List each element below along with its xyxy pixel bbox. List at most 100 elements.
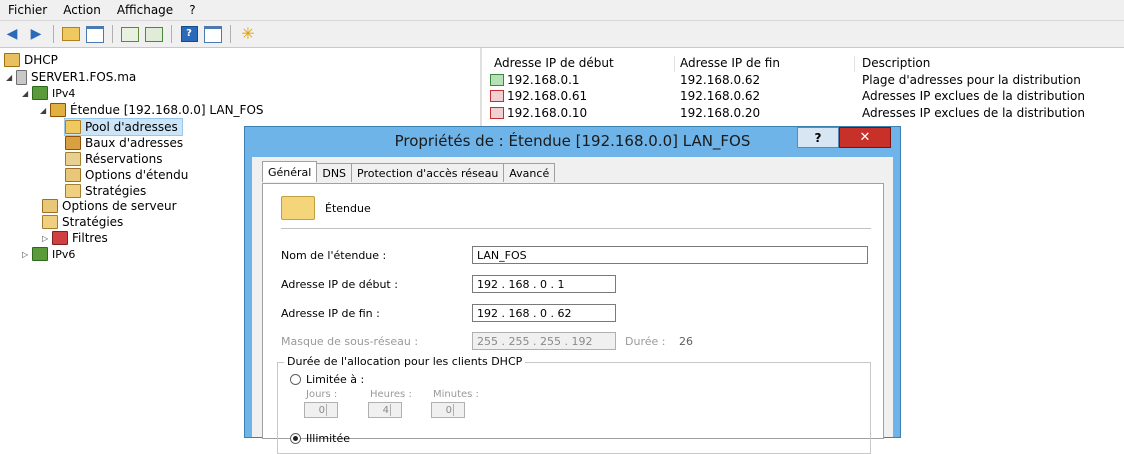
tree-label: Options d'étendu (85, 168, 189, 182)
tree-node-pool[interactable]: Pool d'adresses (64, 118, 183, 136)
divider (281, 228, 871, 229)
toolbar-separator (230, 25, 231, 43)
tree-label: Filtres (72, 231, 108, 245)
row-start-ip: 192.168.0.1 (507, 73, 580, 87)
subnet-mask-label: Masque de sous-réseau : (281, 335, 419, 348)
toolbar: ◀ ▶ ? ✳ (0, 21, 1124, 48)
dhcp-icon (4, 53, 20, 67)
dialog-body: Général DNS Protection d'accès réseau Av… (252, 157, 893, 454)
refresh-icon[interactable] (120, 24, 140, 44)
expanded-arrow-icon[interactable]: ◢ (22, 89, 32, 98)
unlimited-radio[interactable]: Illimitée (290, 432, 350, 445)
tree-node-policies[interactable]: Stratégies (42, 214, 123, 230)
tab-nap[interactable]: Protection d'accès réseau (351, 163, 505, 182)
prefix-length-value: 26 (679, 335, 693, 348)
filters-icon (52, 231, 68, 245)
hours-spinner: 4 (368, 402, 402, 418)
tree-node-server-options[interactable]: Options de serveur (42, 198, 177, 214)
scope-properties-dialog: Propriétés de : Étendue [192.168.0.0] LA… (244, 126, 901, 454)
row-description: Adresses IP exclues de la distribution (862, 89, 1085, 103)
tab-strip: Général DNS Protection d'accès réseau Av… (262, 161, 556, 183)
menu-action[interactable]: Action (55, 3, 109, 17)
expanded-arrow-icon[interactable]: ◢ (40, 106, 50, 115)
tree-node-leases[interactable]: Baux d'adresses (65, 135, 183, 151)
tree-node-reservations[interactable]: Réservations (65, 151, 162, 167)
row-start-ip: 192.168.0.61 (507, 89, 588, 103)
tree-node-scope-policies[interactable]: Stratégies (65, 183, 146, 199)
row-end-ip: 192.168.0.62 (680, 89, 761, 103)
scope-options-icon (65, 168, 81, 182)
tree-node-scope-options[interactable]: Options d'étendu (65, 167, 188, 183)
help-book-icon[interactable]: ? (179, 24, 199, 44)
ipv4-icon (32, 86, 48, 100)
row-end-ip: 192.168.0.20 (680, 106, 761, 120)
unlimited-radio-label: Illimitée (306, 432, 351, 445)
scope-name-field[interactable]: LAN_FOS (472, 246, 868, 264)
show-hide-tree-icon[interactable] (85, 24, 105, 44)
tab-dns[interactable]: DNS (316, 163, 353, 182)
tree-label: Réservations (85, 152, 163, 166)
tree-label: Stratégies (85, 184, 147, 198)
collapsed-arrow-icon[interactable]: ▷ (22, 250, 32, 259)
expanded-arrow-icon[interactable]: ◢ (6, 73, 16, 82)
reservations-icon (65, 152, 81, 166)
dialog-help-button[interactable]: ? (797, 127, 839, 148)
forward-arrow-icon[interactable]: ▶ (26, 24, 46, 44)
table-row[interactable]: 192.168.0.10 (486, 105, 587, 121)
end-ip-field[interactable]: 192 . 168 . 0 . 62 (472, 304, 616, 322)
tree-label: Stratégies (62, 215, 124, 229)
general-tab-panel: Étendue Nom de l'étendue : LAN_FOS Adres… (262, 183, 884, 454)
tree-node-scope[interactable]: ◢ Étendue [192.168.0.0] LAN_FOS (40, 102, 264, 118)
table-row[interactable]: 192.168.0.61 (486, 88, 587, 104)
limited-radio-label: Limitée à : (306, 373, 365, 386)
tree-label: SERVER1.FOS.ma (31, 70, 137, 84)
tree-label: Baux d'adresses (85, 136, 184, 150)
menu-help[interactable]: ? (181, 3, 203, 17)
menu-fichier[interactable]: Fichier (0, 3, 55, 17)
scope-name-label: Nom de l'étendue : (281, 249, 387, 262)
tree-label: Étendue [192.168.0.0] LAN_FOS (70, 103, 264, 117)
minutes-label: Minutes : (433, 389, 479, 400)
tree-node-ipv6[interactable]: ▷ IPv6 (22, 246, 75, 262)
menu-affichage[interactable]: Affichage (109, 3, 181, 17)
minutes-spinner: 0 (431, 402, 465, 418)
tree-label: IPv6 (52, 247, 76, 261)
up-folder-icon[interactable] (61, 24, 81, 44)
tab-advanced[interactable]: Avancé (503, 163, 556, 182)
folder-icon (281, 196, 315, 220)
row-end-ip: 192.168.0.62 (680, 73, 761, 87)
dialog-close-button[interactable]: ✕ (839, 127, 891, 148)
collapsed-arrow-icon[interactable]: ▷ (42, 234, 52, 243)
tree-label: IPv4 (52, 86, 76, 100)
export-list-icon[interactable] (144, 24, 164, 44)
ipv6-icon (32, 247, 48, 261)
toolbar-separator (112, 25, 113, 43)
menu-bar: Fichier Action Affichage ? (0, 0, 1124, 21)
tab-general[interactable]: Général (262, 161, 318, 182)
start-ip-field[interactable]: 192 . 168 . 0 . 1 (472, 275, 616, 293)
hours-label: Heures : (370, 389, 412, 400)
tree-node-ipv4[interactable]: ◢ IPv4 (22, 85, 75, 101)
server-options-icon (42, 199, 58, 213)
column-header-description[interactable]: Description (858, 56, 1122, 72)
table-row[interactable]: 192.168.0.1 (486, 72, 580, 88)
properties-icon[interactable] (203, 24, 223, 44)
back-arrow-icon[interactable]: ◀ (2, 24, 22, 44)
tree-label: DHCP (24, 53, 58, 67)
server-icon (16, 69, 27, 85)
policies-icon (42, 215, 58, 229)
radio-button-icon (290, 374, 301, 385)
toolbar-separator (53, 25, 54, 43)
subnet-mask-field: 255 . 255 . 255 . 192 (472, 332, 616, 350)
column-header-end[interactable]: Adresse IP de fin (676, 56, 855, 72)
address-pool-icon (65, 120, 81, 134)
lease-duration-group: Durée de l'allocation pour les clients D… (277, 355, 871, 454)
activate-star-icon[interactable]: ✳ (238, 24, 258, 44)
tree-node-server[interactable]: ◢ SERVER1.FOS.ma (6, 69, 136, 85)
limited-radio[interactable]: Limitée à : (290, 373, 364, 386)
row-description: Adresses IP exclues de la distribution (862, 106, 1085, 120)
tree-node-filters[interactable]: ▷ Filtres (42, 230, 108, 246)
policies-icon (65, 184, 81, 198)
tree-node-dhcp[interactable]: DHCP (4, 52, 58, 68)
column-header-start[interactable]: Adresse IP de début (490, 56, 675, 72)
